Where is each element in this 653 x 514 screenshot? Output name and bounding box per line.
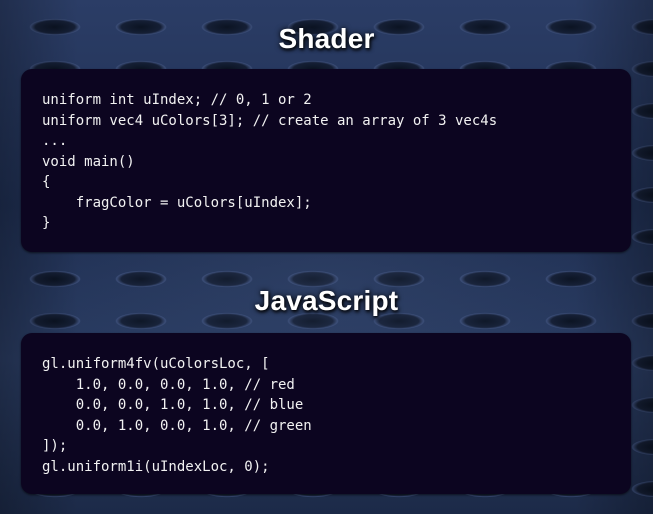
- javascript-code-line: 0.0, 0.0, 1.0, 1.0, // blue: [42, 397, 304, 413]
- shader-code-line: uniform vec4 uColors[3]; // create an ar…: [42, 112, 498, 129]
- shader-code-line: ...: [42, 133, 68, 149]
- shader-heading: Shader: [278, 23, 375, 54]
- javascript-code-line: gl.uniform1i(uIndexLoc, 0);: [42, 458, 270, 475]
- shader-code-line: fragColor = uColors[uIndex];: [42, 194, 312, 211]
- shader-code-panel: uniform int uIndex; // 0, 1 or 2 uniform…: [21, 69, 631, 252]
- javascript-heading: JavaScript: [254, 285, 399, 316]
- shader-code-line: void main(): [42, 153, 135, 170]
- shader-code-line: uniform int uIndex; // 0, 1 or 2: [42, 92, 312, 108]
- javascript-code-line: gl.uniform4fv(uColorsLoc, [: [42, 356, 270, 372]
- shader-code-line: {: [42, 174, 51, 190]
- shader-code-line: }: [42, 215, 51, 231]
- javascript-code-line: 1.0, 0.0, 0.0, 1.0, // red: [42, 376, 295, 393]
- javascript-code-line: 0.0, 1.0, 0.0, 1.0, // green: [42, 417, 312, 434]
- javascript-code-panel: gl.uniform4fv(uColorsLoc, [ 1.0, 0.0, 0.…: [21, 333, 631, 494]
- javascript-code-line: ]);: [42, 438, 68, 454]
